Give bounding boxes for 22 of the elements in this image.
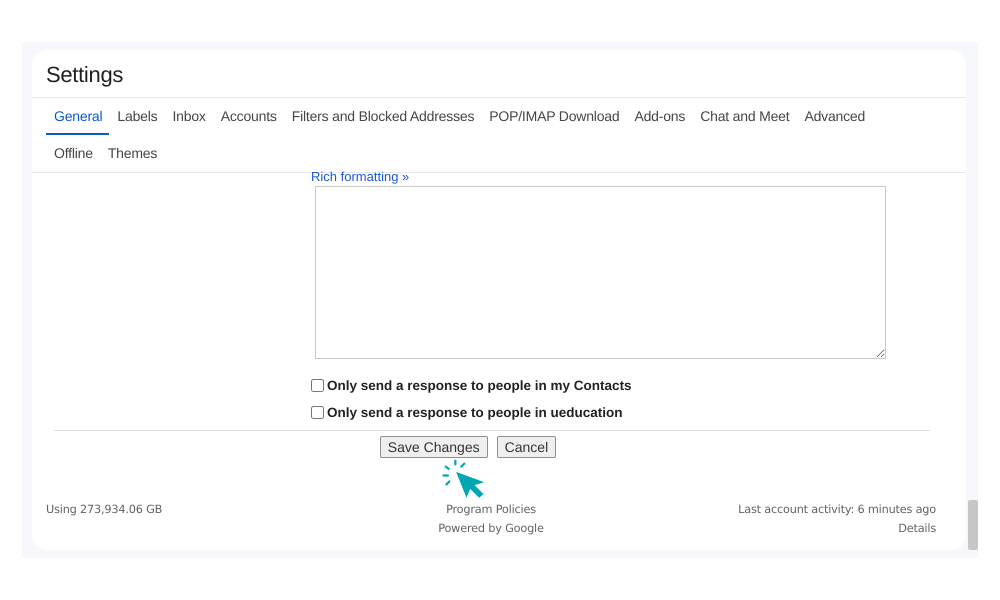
footer-link[interactable]: Program Policies (446, 500, 536, 519)
option-label: Only send a response to people in my Contacts (327, 378, 632, 393)
settings-tab[interactable]: Advanced (796, 98, 872, 135)
option-label: Only send a response to people in ueducation (327, 405, 623, 420)
account-activity: Last account activity: 6 minutes ago (738, 502, 936, 518)
rich-formatting-link[interactable]: Rich formatting » (311, 170, 410, 184)
details-link[interactable]: Details (898, 519, 936, 538)
settings-tab[interactable]: Labels (109, 98, 164, 135)
page-title: Settings (45, 61, 124, 89)
form-button[interactable]: Cancel (496, 436, 556, 458)
settings-tab[interactable]: Add-ons (626, 98, 692, 135)
settings-tab[interactable]: Offline (46, 135, 100, 172)
settings-tab[interactable]: Inbox (164, 98, 213, 135)
settings-tab[interactable]: General (46, 98, 110, 135)
footer-link[interactable]: Powered by Google (438, 519, 544, 538)
settings-tab[interactable]: POP/IMAP Download (481, 98, 626, 135)
settings-tab[interactable]: Accounts (212, 98, 284, 135)
form-button[interactable]: Save Changes (380, 436, 488, 458)
settings-tab[interactable]: Themes (100, 135, 164, 172)
storage-usage: Using 273,934.06 GB (46, 502, 164, 518)
settings-tab[interactable]: Chat and Meet (692, 98, 796, 135)
settings-tab[interactable]: Filters and Blocked Addresses (284, 98, 482, 135)
